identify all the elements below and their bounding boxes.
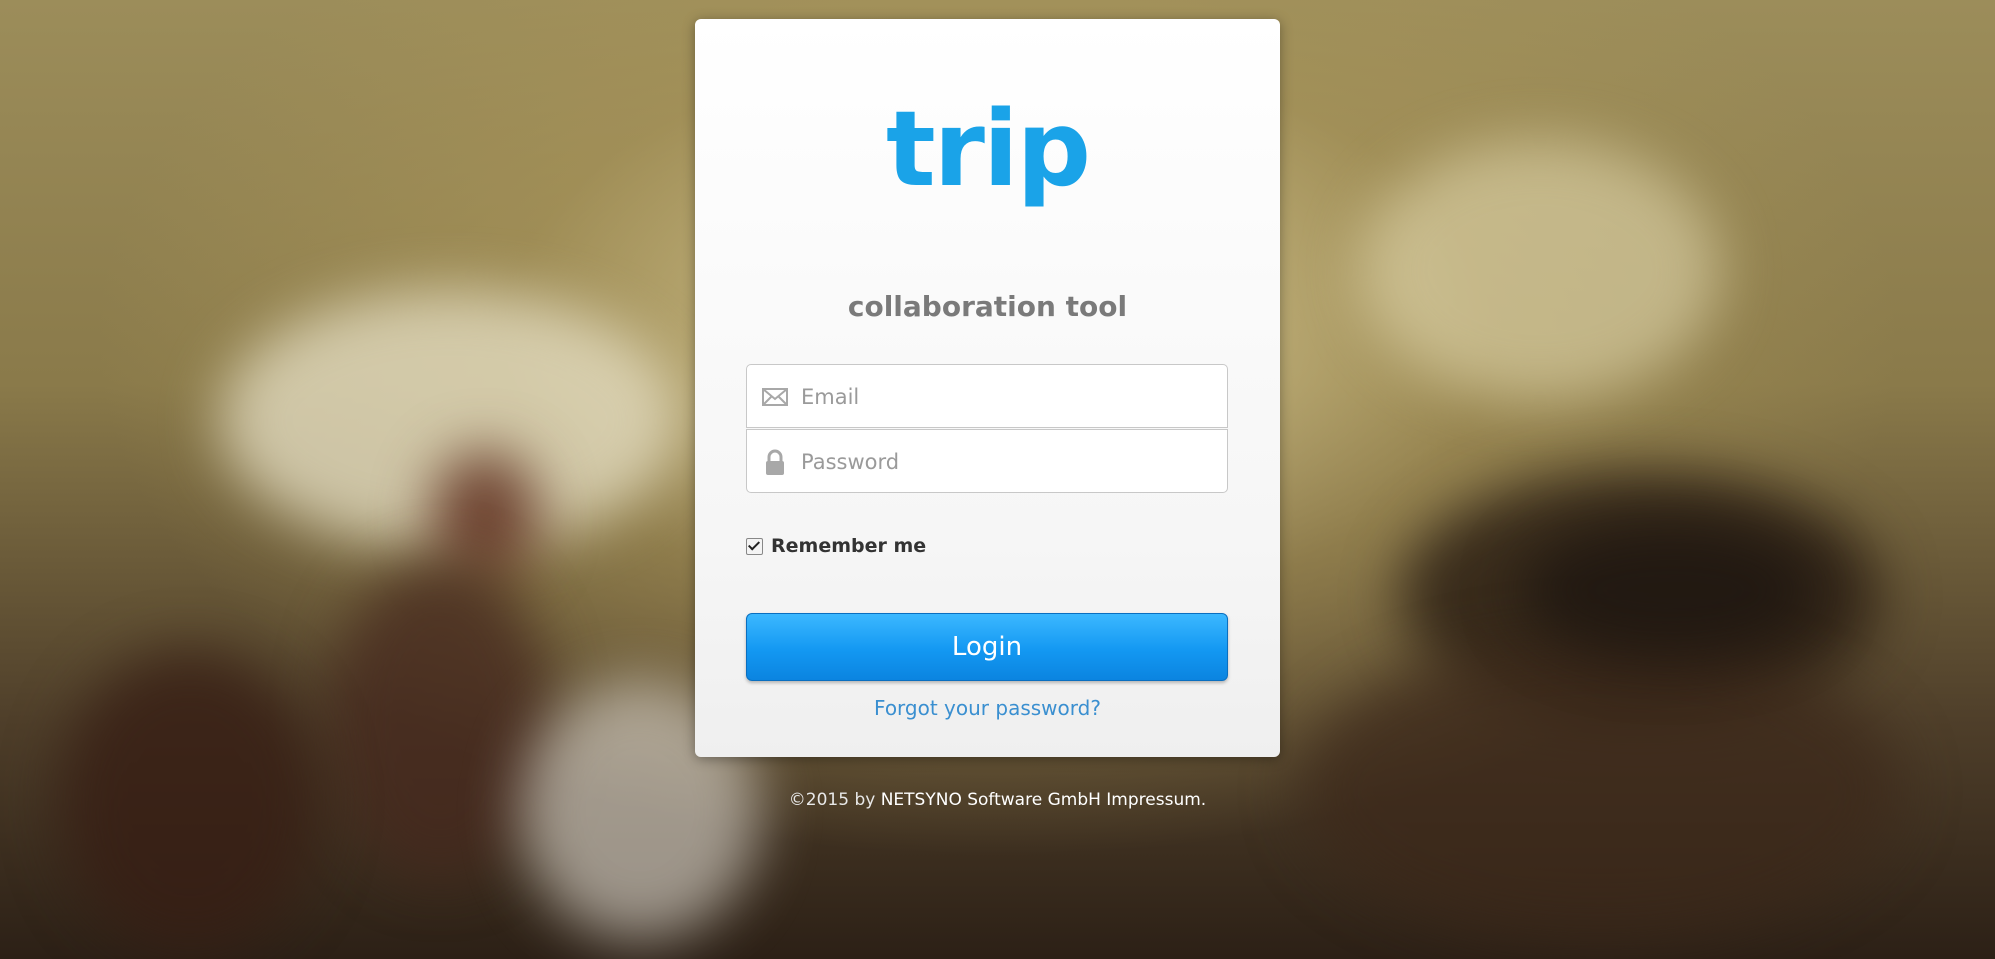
imprint-link[interactable]: Impressum. — [1106, 790, 1206, 810]
tagline: collaboration tool — [847, 290, 1128, 323]
remember-me[interactable]: Remember me — [746, 533, 926, 559]
lock-icon — [766, 449, 784, 475]
remember-label: Remember me — [771, 535, 927, 557]
envelope-icon — [762, 388, 788, 406]
login-button[interactable]: Login — [746, 613, 1228, 681]
email-field[interactable] — [746, 364, 1228, 429]
copyright-text: ©2015 by — [788, 790, 876, 810]
password-input[interactable] — [799, 430, 1223, 494]
password-field[interactable] — [746, 429, 1228, 494]
forgot-password-link[interactable]: Forgot your password? — [695, 696, 1280, 720]
trip-logo: trip — [695, 97, 1280, 201]
footer: ©2015 by NETSYNO Software GmbH Impressum… — [0, 790, 1995, 810]
company-link[interactable]: NETSYNO Software GmbH — [881, 790, 1101, 810]
logo-text: trip — [885, 88, 1091, 210]
remember-checkbox[interactable] — [746, 537, 763, 555]
email-input[interactable] — [799, 365, 1223, 429]
login-card: trip collaboration tool Remember me Logi… — [695, 19, 1280, 757]
